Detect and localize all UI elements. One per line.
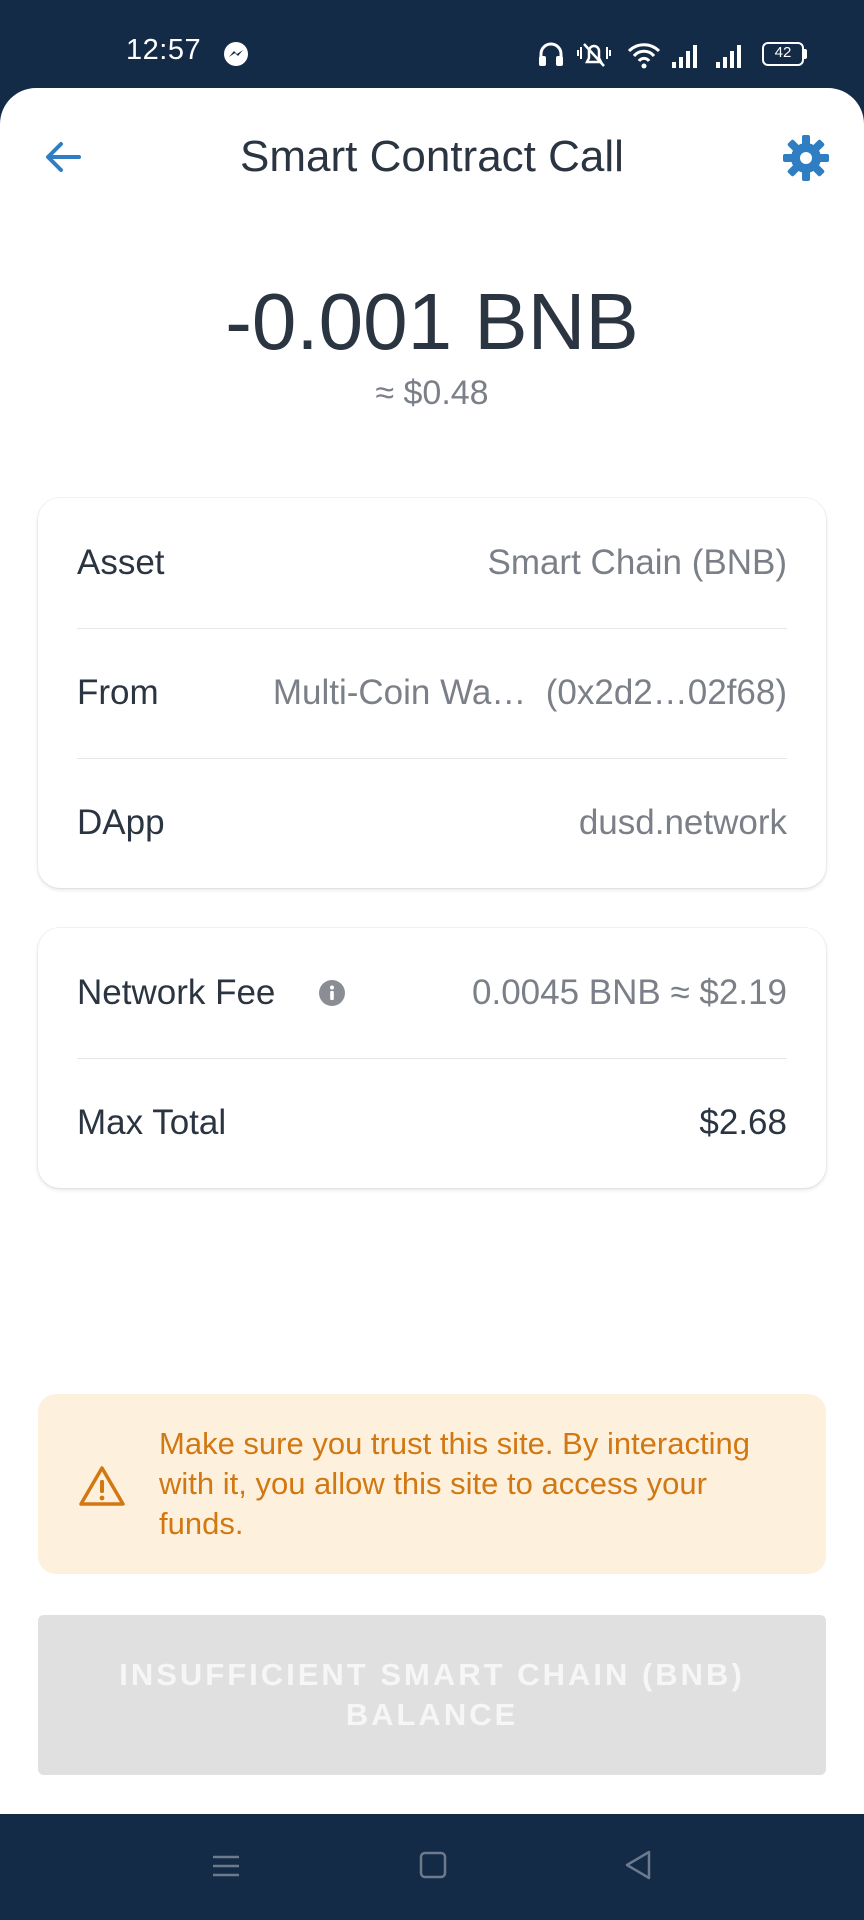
action-button-label: INSUFFICIENT SMART CHAIN (BNB) BALANCE <box>119 1657 745 1732</box>
from-label: From <box>77 673 159 712</box>
confirmation-sheet: Smart Contract Call -0.001 BNB ≈ $0.48 A… <box>0 88 864 1814</box>
settings-button[interactable] <box>778 130 834 186</box>
battery-level: 42 <box>774 44 792 61</box>
network-fee-label: Network Fee <box>77 973 276 1012</box>
max-total-row: Max Total $2.68 <box>77 1058 787 1188</box>
gear-icon <box>783 135 829 181</box>
transaction-amount: -0.001 BNB <box>225 277 639 366</box>
info-icon[interactable] <box>318 979 346 1007</box>
asset-value: Smart Chain (BNB) <box>487 543 787 582</box>
fee-card: Network Fee 0.0045 BNB ≈ $2.19 Max Total… <box>38 928 826 1188</box>
details-card: Asset Smart Chain (BNB) From Multi-Coin … <box>38 498 826 888</box>
max-total-label: Max Total <box>77 1103 227 1142</box>
from-row: From Multi-Coin Wa… (0x2d2…02f68) <box>77 628 787 758</box>
messenger-icon <box>224 42 248 66</box>
dapp-value: dusd.network <box>578 803 787 842</box>
back-triangle-icon[interactable] <box>622 1848 654 1882</box>
menu-icon[interactable] <box>210 1850 242 1882</box>
transaction-amount-usd: ≈ $0.48 <box>375 374 489 412</box>
max-total-value: $2.68 <box>699 1103 787 1142</box>
from-value: Multi-Coin Wa… (0x2d2…02f68) <box>272 673 787 712</box>
network-fee-row[interactable]: Network Fee 0.0045 BNB ≈ $2.19 <box>77 928 787 1058</box>
headset-icon <box>539 42 563 66</box>
insufficient-balance-button[interactable]: INSUFFICIENT SMART CHAIN (BNB) BALANCE <box>38 1615 826 1775</box>
mute-icon <box>577 43 611 67</box>
page-title: Smart Contract Call <box>240 132 624 181</box>
signal-icon <box>672 45 697 68</box>
status-time: 12:57 <box>126 34 202 66</box>
asset-label: Asset <box>77 543 165 582</box>
status-bar: 12:57 42 <box>0 0 864 88</box>
asset-row: Asset Smart Chain (BNB) <box>77 498 787 628</box>
warning-triangle-icon <box>79 1466 125 1506</box>
warning-text: Make sure you trust this site. By intera… <box>159 1426 750 1541</box>
dapp-label: DApp <box>77 803 165 842</box>
battery-icon: 42 <box>762 42 807 66</box>
network-fee-value: 0.0045 BNB ≈ $2.19 <box>472 973 787 1012</box>
system-nav-bar <box>0 1814 864 1920</box>
signal-icon <box>716 45 741 68</box>
trust-warning: Make sure you trust this site. By intera… <box>38 1394 826 1574</box>
wifi-icon <box>627 43 661 69</box>
dapp-row: DApp dusd.network <box>77 758 787 888</box>
home-square-icon[interactable] <box>418 1850 448 1880</box>
